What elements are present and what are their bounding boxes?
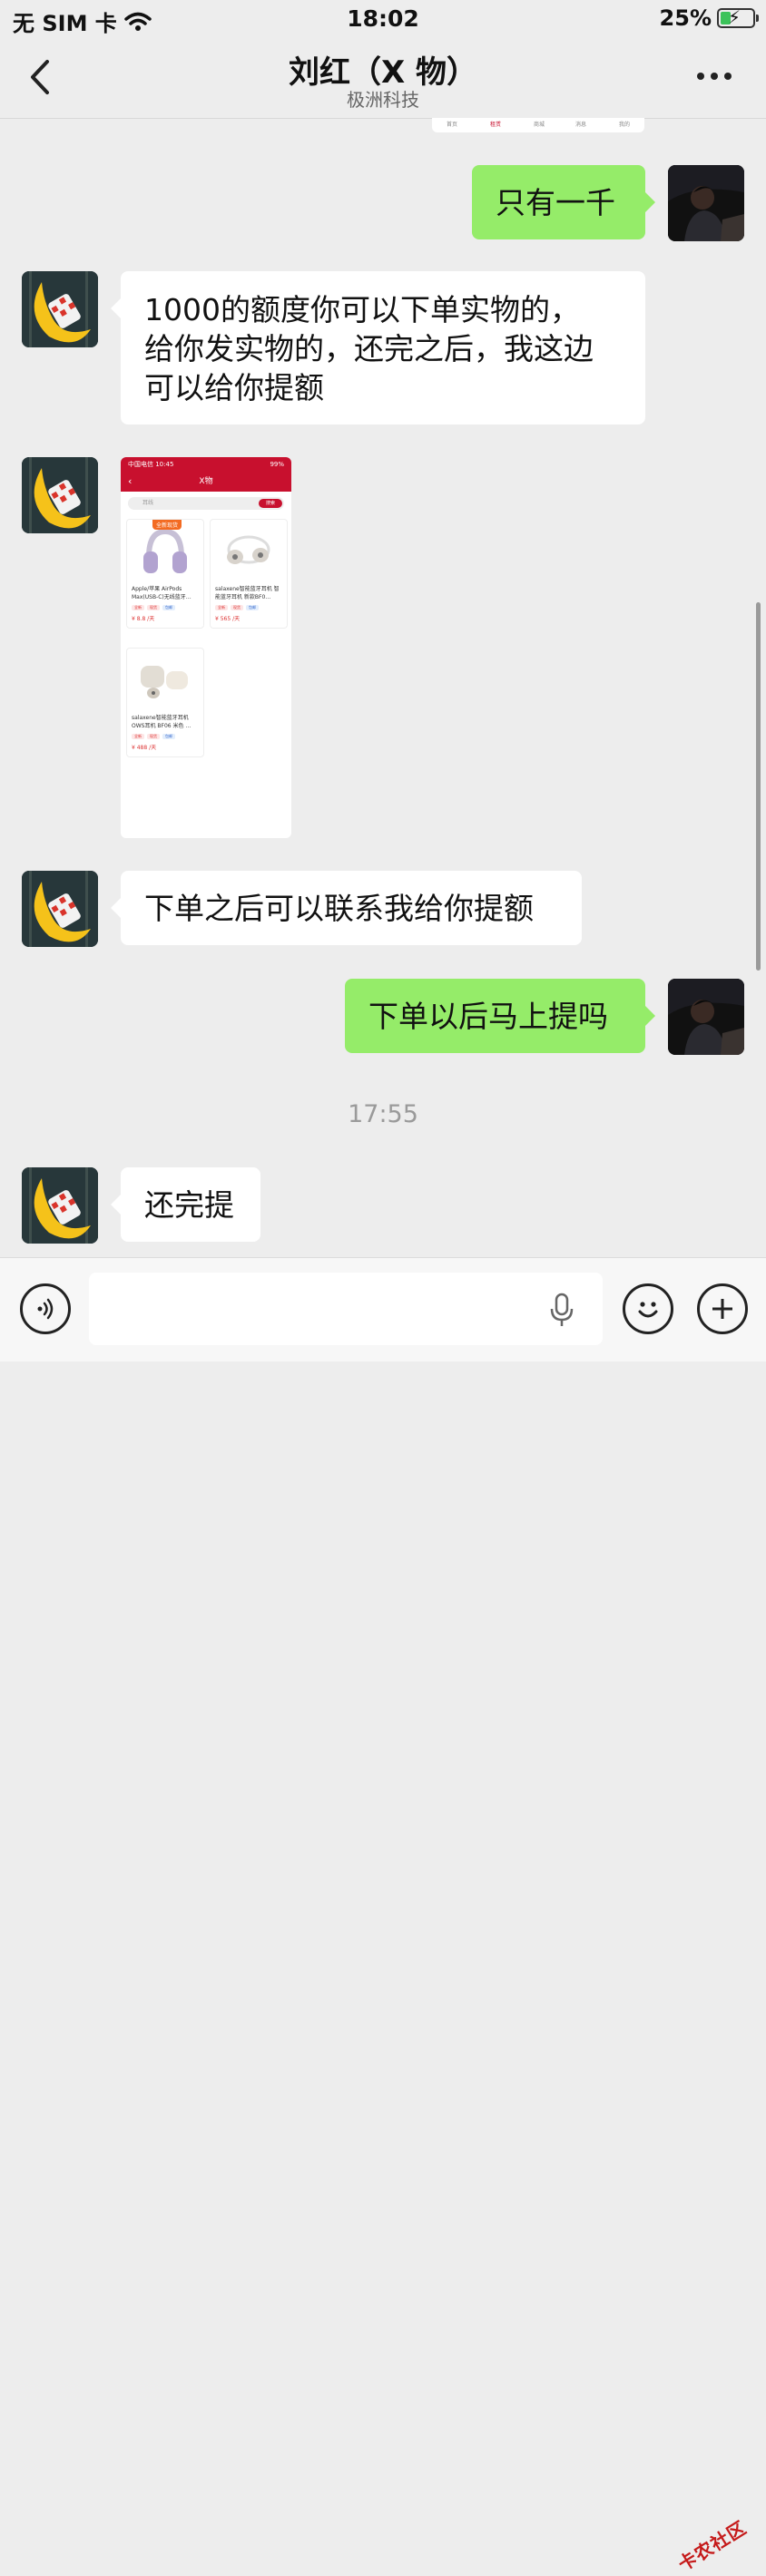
message-line: 可以给你提额 bbox=[144, 370, 324, 405]
plus-icon[interactable] bbox=[697, 1283, 748, 1334]
product-tag: 现货 bbox=[147, 734, 160, 739]
remnant-tab: 首页 bbox=[447, 122, 458, 128]
shot-carrier: 中国电信 10:45 bbox=[128, 461, 174, 468]
clock: 18:02 bbox=[347, 5, 419, 32]
product-tags: 全新 现货 包邮 bbox=[211, 603, 287, 612]
new-badge: 全新现货 bbox=[152, 520, 182, 530]
product-card: salaxene智能蓝牙耳机 智能蓝牙耳机 新款BF0… 全新 现货 包邮 ¥ … bbox=[210, 519, 288, 629]
product-price: ¥ 8.8 /天 bbox=[132, 616, 155, 622]
battery-status: 25% ⚡ bbox=[659, 5, 759, 31]
remnant-tab: 消息 bbox=[575, 122, 587, 128]
headphones-image: 全新现货 bbox=[127, 520, 203, 585]
message-input-bar: 卡农社区 bbox=[0, 1257, 766, 2575]
shot-status-bar: 中国电信 10:45 99% bbox=[121, 457, 291, 472]
message-input[interactable] bbox=[89, 1273, 603, 1345]
product-tag: 全新 bbox=[132, 605, 144, 610]
moon-illustration-icon bbox=[22, 457, 98, 533]
message-bubble-outgoing[interactable]: 下单以后马上提吗 bbox=[345, 979, 655, 1053]
contact-avatar[interactable] bbox=[22, 271, 98, 347]
earbuds-image bbox=[211, 520, 287, 585]
chat-subtitle: 极洲科技 bbox=[347, 89, 419, 111]
message-bubble-incoming[interactable]: 下单之后可以联系我给你提额 bbox=[111, 871, 582, 945]
shot-search-button: 搜索 bbox=[259, 499, 282, 508]
product-price: ¥ 488 /天 bbox=[132, 745, 157, 751]
moon-illustration-icon bbox=[22, 271, 98, 347]
emoji-icon[interactable] bbox=[623, 1283, 673, 1334]
product-price: ¥ 565 /天 bbox=[215, 616, 241, 622]
message-text: 下单之后可以联系我给你提额 bbox=[144, 890, 534, 926]
message-bubble-outgoing[interactable]: 只有一千 bbox=[472, 165, 655, 239]
product-card: salaxene智能蓝牙耳机 OWS耳机 BF06 米色 … 全新 现货 包邮 … bbox=[126, 648, 204, 757]
product-tag: 全新 bbox=[132, 734, 144, 739]
earbuds-case-image bbox=[127, 649, 203, 714]
product-tag: 现货 bbox=[147, 605, 160, 610]
person-photo-icon bbox=[668, 979, 744, 1055]
battery-icon: ⚡ bbox=[717, 6, 759, 28]
shot-battery: 99% bbox=[270, 461, 284, 468]
product-title: Apple/苹果 AirPods Max(USB-C)无线蓝牙… bbox=[132, 586, 192, 600]
previous-image-remnant[interactable]: 首页 租赁 商城 消息 我的 bbox=[432, 118, 644, 132]
message-line: 1000的额度你可以下单实物的， bbox=[144, 292, 580, 327]
shared-screenshot-image[interactable]: 中国电信 10:45 99% ‹ X物 耳线 搜索 全新现货 Apple/苹果 … bbox=[121, 457, 291, 838]
scrollbar[interactable] bbox=[756, 602, 761, 971]
person-photo-icon bbox=[668, 165, 744, 241]
remnant-tab: 商城 bbox=[534, 122, 545, 128]
product-tag: 现货 bbox=[231, 605, 243, 610]
product-card: 全新现货 Apple/苹果 AirPods Max(USB-C)无线蓝牙… 全新… bbox=[126, 519, 204, 629]
my-avatar[interactable] bbox=[668, 979, 744, 1055]
contact-avatar[interactable] bbox=[22, 1167, 98, 1244]
message-bubble-incoming[interactable]: 1000的额度你可以下单实物的， 给你发实物的，还完之后，我这边 可以给你提额 bbox=[111, 271, 645, 424]
product-title: salaxene智能蓝牙耳机 智能蓝牙耳机 新款BF0… bbox=[215, 586, 280, 600]
ellipsis-icon[interactable] bbox=[697, 67, 733, 85]
message-timestamp: 17:55 bbox=[348, 1100, 418, 1128]
my-avatar[interactable] bbox=[668, 165, 744, 241]
moon-illustration-icon bbox=[22, 1167, 98, 1244]
battery-percent: 25% bbox=[659, 5, 712, 31]
shot-header: ‹ X物 bbox=[121, 472, 291, 492]
product-tag: 包邮 bbox=[162, 605, 175, 610]
contact-avatar[interactable] bbox=[22, 457, 98, 533]
product-tag: 包邮 bbox=[162, 734, 175, 739]
message-bubble-incoming[interactable]: 还完提 bbox=[111, 1167, 260, 1242]
product-tag: 包邮 bbox=[246, 605, 259, 610]
moon-illustration-icon bbox=[22, 871, 98, 947]
message-text: 1000的额度你可以下单实物的， 给你发实物的，还完之后，我这边 可以给你提额 bbox=[144, 290, 594, 407]
remnant-tab: 租赁 bbox=[490, 122, 502, 128]
shot-back-icon: ‹ bbox=[128, 475, 133, 487]
watermark: 卡农社区 bbox=[673, 2516, 751, 2576]
product-tags: 全新 现货 包邮 bbox=[127, 732, 203, 741]
voice-icon[interactable] bbox=[20, 1283, 71, 1334]
product-tags: 全新 现货 包邮 bbox=[127, 603, 203, 612]
shot-title: X物 bbox=[199, 477, 213, 486]
microphone-icon[interactable] bbox=[548, 1293, 575, 1329]
status-bar: 无 SIM 卡 18:02 25% ⚡ bbox=[0, 0, 766, 40]
message-text: 还完提 bbox=[144, 1186, 234, 1223]
chat-header: 刘红（X 物） 极洲科技 bbox=[0, 40, 766, 119]
message-text: 下单以后马上提吗 bbox=[368, 998, 608, 1034]
shot-search-text: 耳线 bbox=[142, 500, 154, 506]
shot-search-bar: 耳线 搜索 bbox=[128, 497, 284, 510]
message-text: 只有一千 bbox=[496, 184, 615, 220]
contact-avatar[interactable] bbox=[22, 871, 98, 947]
product-title: salaxene智能蓝牙耳机 OWS耳机 BF06 米色 … bbox=[132, 715, 192, 729]
remnant-tab: 我的 bbox=[619, 122, 631, 128]
product-tag: 全新 bbox=[215, 605, 228, 610]
message-line: 给你发实物的，还完之后，我这边 bbox=[144, 331, 594, 366]
